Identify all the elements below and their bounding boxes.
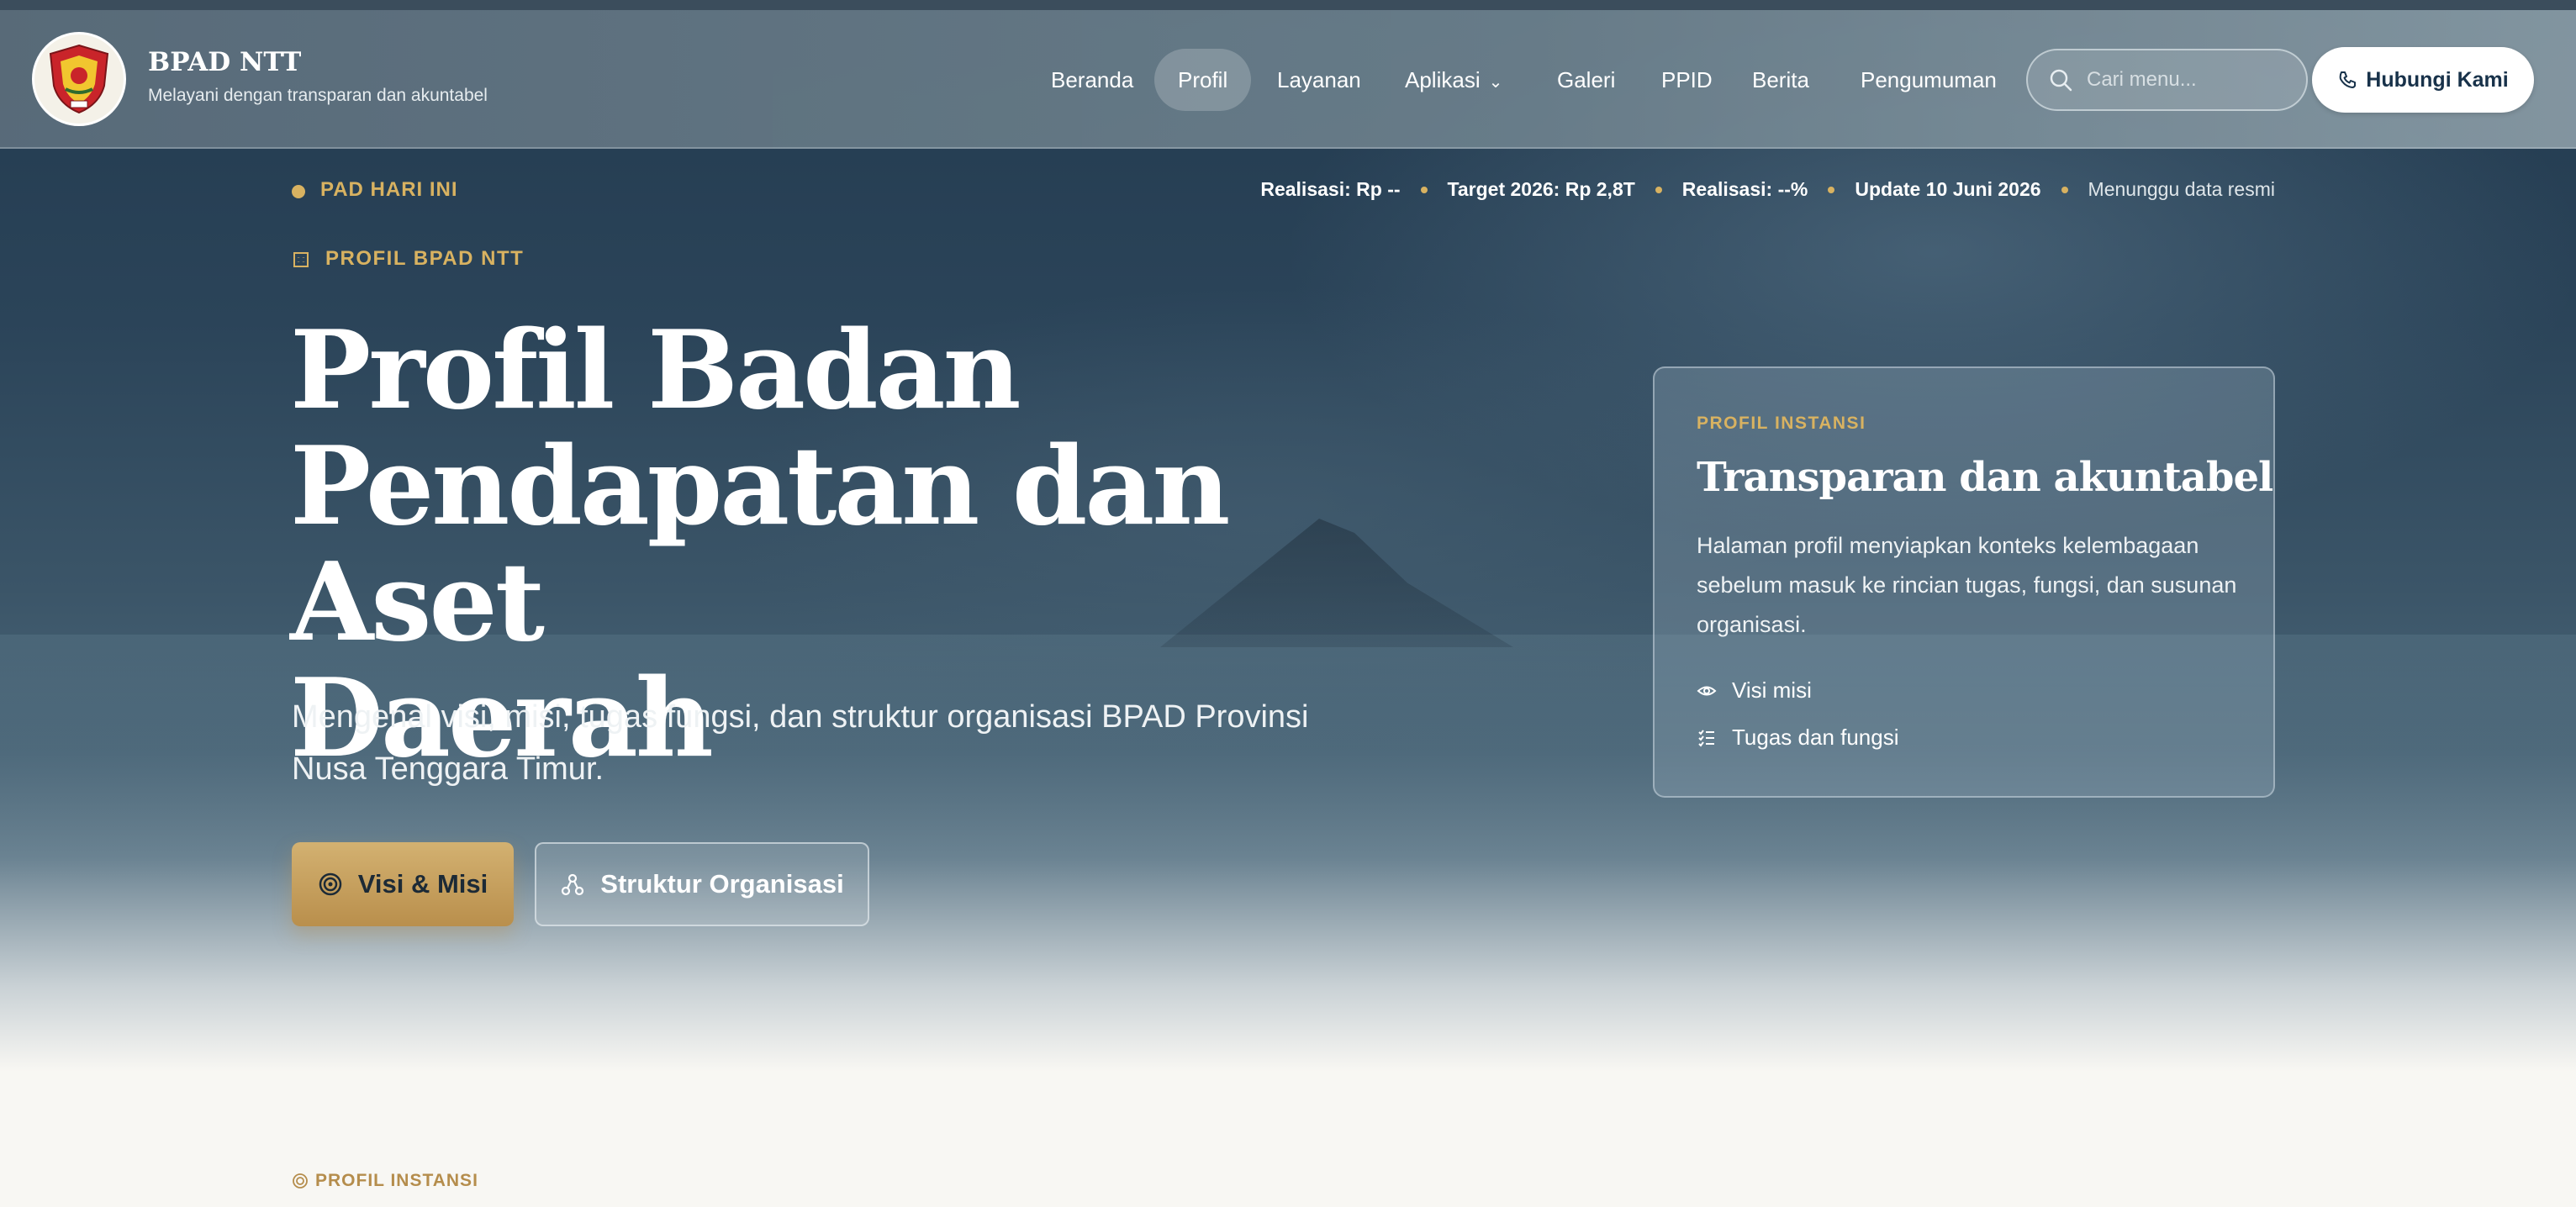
navbar: BPAD NTT Melayani dengan transparan dan …: [0, 10, 2576, 149]
nav-item-ppid[interactable]: PPID: [1638, 49, 1736, 111]
phone-icon: [2339, 71, 2357, 88]
visi-misi-button-label: Visi & Misi: [357, 869, 488, 899]
nav-item-pengumuman[interactable]: Pengumuman: [1837, 49, 2020, 111]
nav-item-aplikasi-label: Aplikasi: [1405, 67, 1481, 92]
pad-indicator-dot: [292, 185, 305, 198]
page-title-line-1: Profil Badan: [290, 308, 1021, 434]
nav-item-berita[interactable]: Berita: [1729, 49, 1833, 111]
emblem-icon: [49, 44, 109, 114]
ticker-update: Update 10 Juni 2026: [1855, 178, 2041, 200]
hero-description: Mengenal visi, misi, tugas fungsi, dan s…: [292, 699, 1309, 787]
chevron-down-icon: ⌄: [1488, 73, 1503, 92]
ticker-realisasi-rp-key: Realisasi:: [1260, 178, 1351, 200]
top-stripe: [0, 0, 2576, 10]
card-link-tugas-fungsi-label: Tugas dan fungsi: [1732, 725, 1899, 750]
nav-item-profil[interactable]: Profil: [1154, 49, 1252, 111]
visi-misi-button[interactable]: Visi & Misi: [292, 842, 514, 926]
ticker-realisasi-rp-value: Rp --: [1356, 178, 1401, 200]
card-link-visi-misi[interactable]: Visi misi: [1697, 677, 1812, 704]
hero-eyebrow-label: PROFIL BPAD NTT: [325, 247, 525, 270]
ticker-separator: [1420, 186, 1428, 193]
contact-button-label: Hubungi Kami: [2366, 67, 2509, 92]
logo[interactable]: [32, 32, 126, 126]
card-link-tugas-fungsi[interactable]: Tugas dan fungsi: [1697, 725, 1899, 751]
struktur-organisasi-button-label: Struktur Organisasi: [600, 869, 844, 899]
target-icon: [293, 1173, 308, 1189]
card-description: Halaman profil menyiapkan konteks kelemb…: [1697, 533, 2237, 637]
pad-ticker: Realisasi: Rp -- Target 2026: Rp 2,8T Re…: [1260, 178, 2275, 201]
search-box: [2026, 49, 2308, 111]
ticker-target-value: Rp 2,8T: [1565, 178, 1635, 200]
ticker-realisasi-pct-value: --%: [1777, 178, 1808, 200]
ticker-separator: [1655, 186, 1662, 193]
section-eyebrow-label: PROFIL INSTANSI: [315, 1171, 478, 1190]
nav-item-layanan[interactable]: Layanan: [1254, 49, 1385, 111]
card-link-visi-misi-label: Visi misi: [1732, 677, 1812, 703]
page-title-line-2: Pendapatan dan Aset: [290, 424, 1230, 666]
ticker-status: Menunggu data resmi: [2088, 178, 2275, 200]
ticker-target-key: Target 2026:: [1447, 178, 1560, 200]
section-eyebrow: PROFIL INSTANSI: [292, 1171, 478, 1191]
building-icon: [293, 252, 309, 267]
pad-label: PAD HARI INI: [320, 178, 458, 201]
brand-title: BPAD NTT: [148, 47, 302, 77]
card-title: Transparan dan akuntabel: [1697, 454, 2273, 501]
contact-button[interactable]: Hubungi Kami: [2312, 47, 2534, 113]
target-icon: [319, 872, 341, 896]
list-check-icon: [1698, 729, 1714, 747]
struktur-organisasi-button[interactable]: Struktur Organisasi: [535, 842, 869, 926]
card-eyebrow: PROFIL INSTANSI: [1697, 414, 1866, 433]
profile-card: PROFIL INSTANSI Transparan dan akuntabel…: [1653, 366, 2275, 798]
ticker-separator: [1828, 186, 1835, 193]
nav-item-galeri[interactable]: Galeri: [1533, 49, 1639, 111]
hero-eyebrow: PROFIL BPAD NTT: [292, 247, 524, 271]
nav-item-beranda[interactable]: Beranda: [1027, 49, 1157, 111]
ticker-realisasi-pct-key: Realisasi:: [1681, 178, 1773, 200]
search-icon: [2050, 69, 2072, 92]
search-input[interactable]: [2087, 50, 2301, 109]
ticker-separator: [2061, 186, 2068, 193]
brand-subtitle: Melayani dengan transparan dan akuntabel: [148, 86, 488, 105]
eye-icon: [1697, 686, 1717, 695]
nav-item-aplikasi[interactable]: Aplikasi ⌄: [1381, 49, 1526, 111]
org-structure-icon: [562, 873, 584, 896]
